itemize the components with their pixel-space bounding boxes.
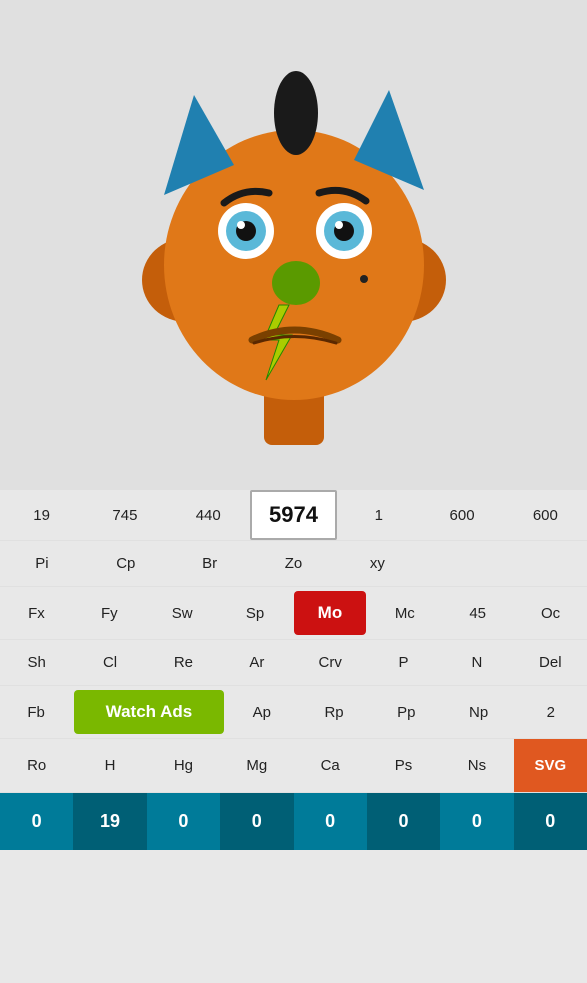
bottom-cell-0[interactable]: 0 [0, 793, 73, 850]
label-row-5: Ro H Hg Mg Ca Ps Ns SVG [0, 739, 587, 793]
cell-br[interactable]: Br [168, 541, 252, 586]
cell-re[interactable]: Re [147, 640, 220, 685]
cell-fb[interactable]: Fb [0, 690, 72, 735]
cell-pi[interactable]: Pi [0, 541, 84, 586]
label-row-3: Sh Cl Re Ar Crv P N Del [0, 640, 587, 686]
bottom-cell-6[interactable]: 0 [440, 793, 513, 850]
bottom-cell-1[interactable]: 19 [73, 793, 146, 850]
cell-mo-button[interactable]: Mo [294, 591, 367, 635]
stat-cell-main[interactable]: 5974 [250, 490, 337, 540]
cell-pp[interactable]: Pp [370, 690, 442, 735]
character-svg [134, 35, 454, 455]
svg-button[interactable]: SVG [514, 739, 587, 792]
watch-ads-button[interactable]: Watch Ads [74, 690, 223, 734]
stat-cell-4: 1 [337, 493, 420, 538]
bottom-cell-3[interactable]: 0 [220, 793, 293, 850]
cell-ns[interactable]: Ns [440, 743, 513, 788]
cell-cl[interactable]: Cl [73, 640, 146, 685]
cell-crv[interactable]: Crv [294, 640, 367, 685]
stat-cell-5: 600 [420, 493, 503, 538]
cell-xy[interactable]: xy [335, 541, 419, 586]
character-display [0, 0, 587, 490]
cell-mc[interactable]: Mc [368, 591, 441, 636]
stat-cell-1: 745 [83, 493, 166, 538]
bottom-cell-4[interactable]: 0 [294, 793, 367, 850]
cell-fx[interactable]: Fx [0, 591, 73, 636]
cell-oc[interactable]: Oc [514, 591, 587, 636]
stat-cell-0: 19 [0, 493, 83, 538]
cell-cp[interactable]: Cp [84, 541, 168, 586]
cell-empty-1 [419, 550, 503, 578]
bottom-cell-2[interactable]: 0 [147, 793, 220, 850]
bottom-cell-5[interactable]: 0 [367, 793, 440, 850]
cell-empty-2 [503, 550, 587, 578]
cell-sh[interactable]: Sh [0, 640, 73, 685]
stat-cell-6: 600 [504, 493, 587, 538]
cell-2[interactable]: 2 [515, 690, 587, 735]
stat-cell-2: 440 [167, 493, 250, 538]
cell-zo[interactable]: Zo [252, 541, 336, 586]
cell-ps[interactable]: Ps [367, 743, 440, 788]
cell-45[interactable]: 45 [441, 591, 514, 636]
label-row-4: Fb Watch Ads Ap Rp Pp Np 2 [0, 686, 587, 739]
cell-hg[interactable]: Hg [147, 743, 220, 788]
bottom-bar: 0 19 0 0 0 0 0 0 [0, 793, 587, 850]
cell-del[interactable]: Del [514, 640, 587, 685]
cell-rp[interactable]: Rp [298, 690, 370, 735]
cell-h[interactable]: H [73, 743, 146, 788]
cell-p[interactable]: P [367, 640, 440, 685]
bottom-cell-7[interactable]: 0 [514, 793, 587, 850]
label-row-1: Pi Cp Br Zo xy [0, 541, 587, 587]
cell-sp[interactable]: Sp [219, 591, 292, 636]
cell-fy[interactable]: Fy [73, 591, 146, 636]
cell-mg[interactable]: Mg [220, 743, 293, 788]
cell-ro[interactable]: Ro [0, 743, 73, 788]
cell-ca[interactable]: Ca [294, 743, 367, 788]
stats-row: 19 745 440 5974 1 600 600 [0, 490, 587, 541]
cell-ar[interactable]: Ar [220, 640, 293, 685]
cell-sw[interactable]: Sw [146, 591, 219, 636]
cell-ap[interactable]: Ap [226, 690, 298, 735]
cell-np[interactable]: Np [442, 690, 514, 735]
cell-n[interactable]: N [440, 640, 513, 685]
label-row-2: Fx Fy Sw Sp Mo Mc 45 Oc [0, 587, 587, 640]
